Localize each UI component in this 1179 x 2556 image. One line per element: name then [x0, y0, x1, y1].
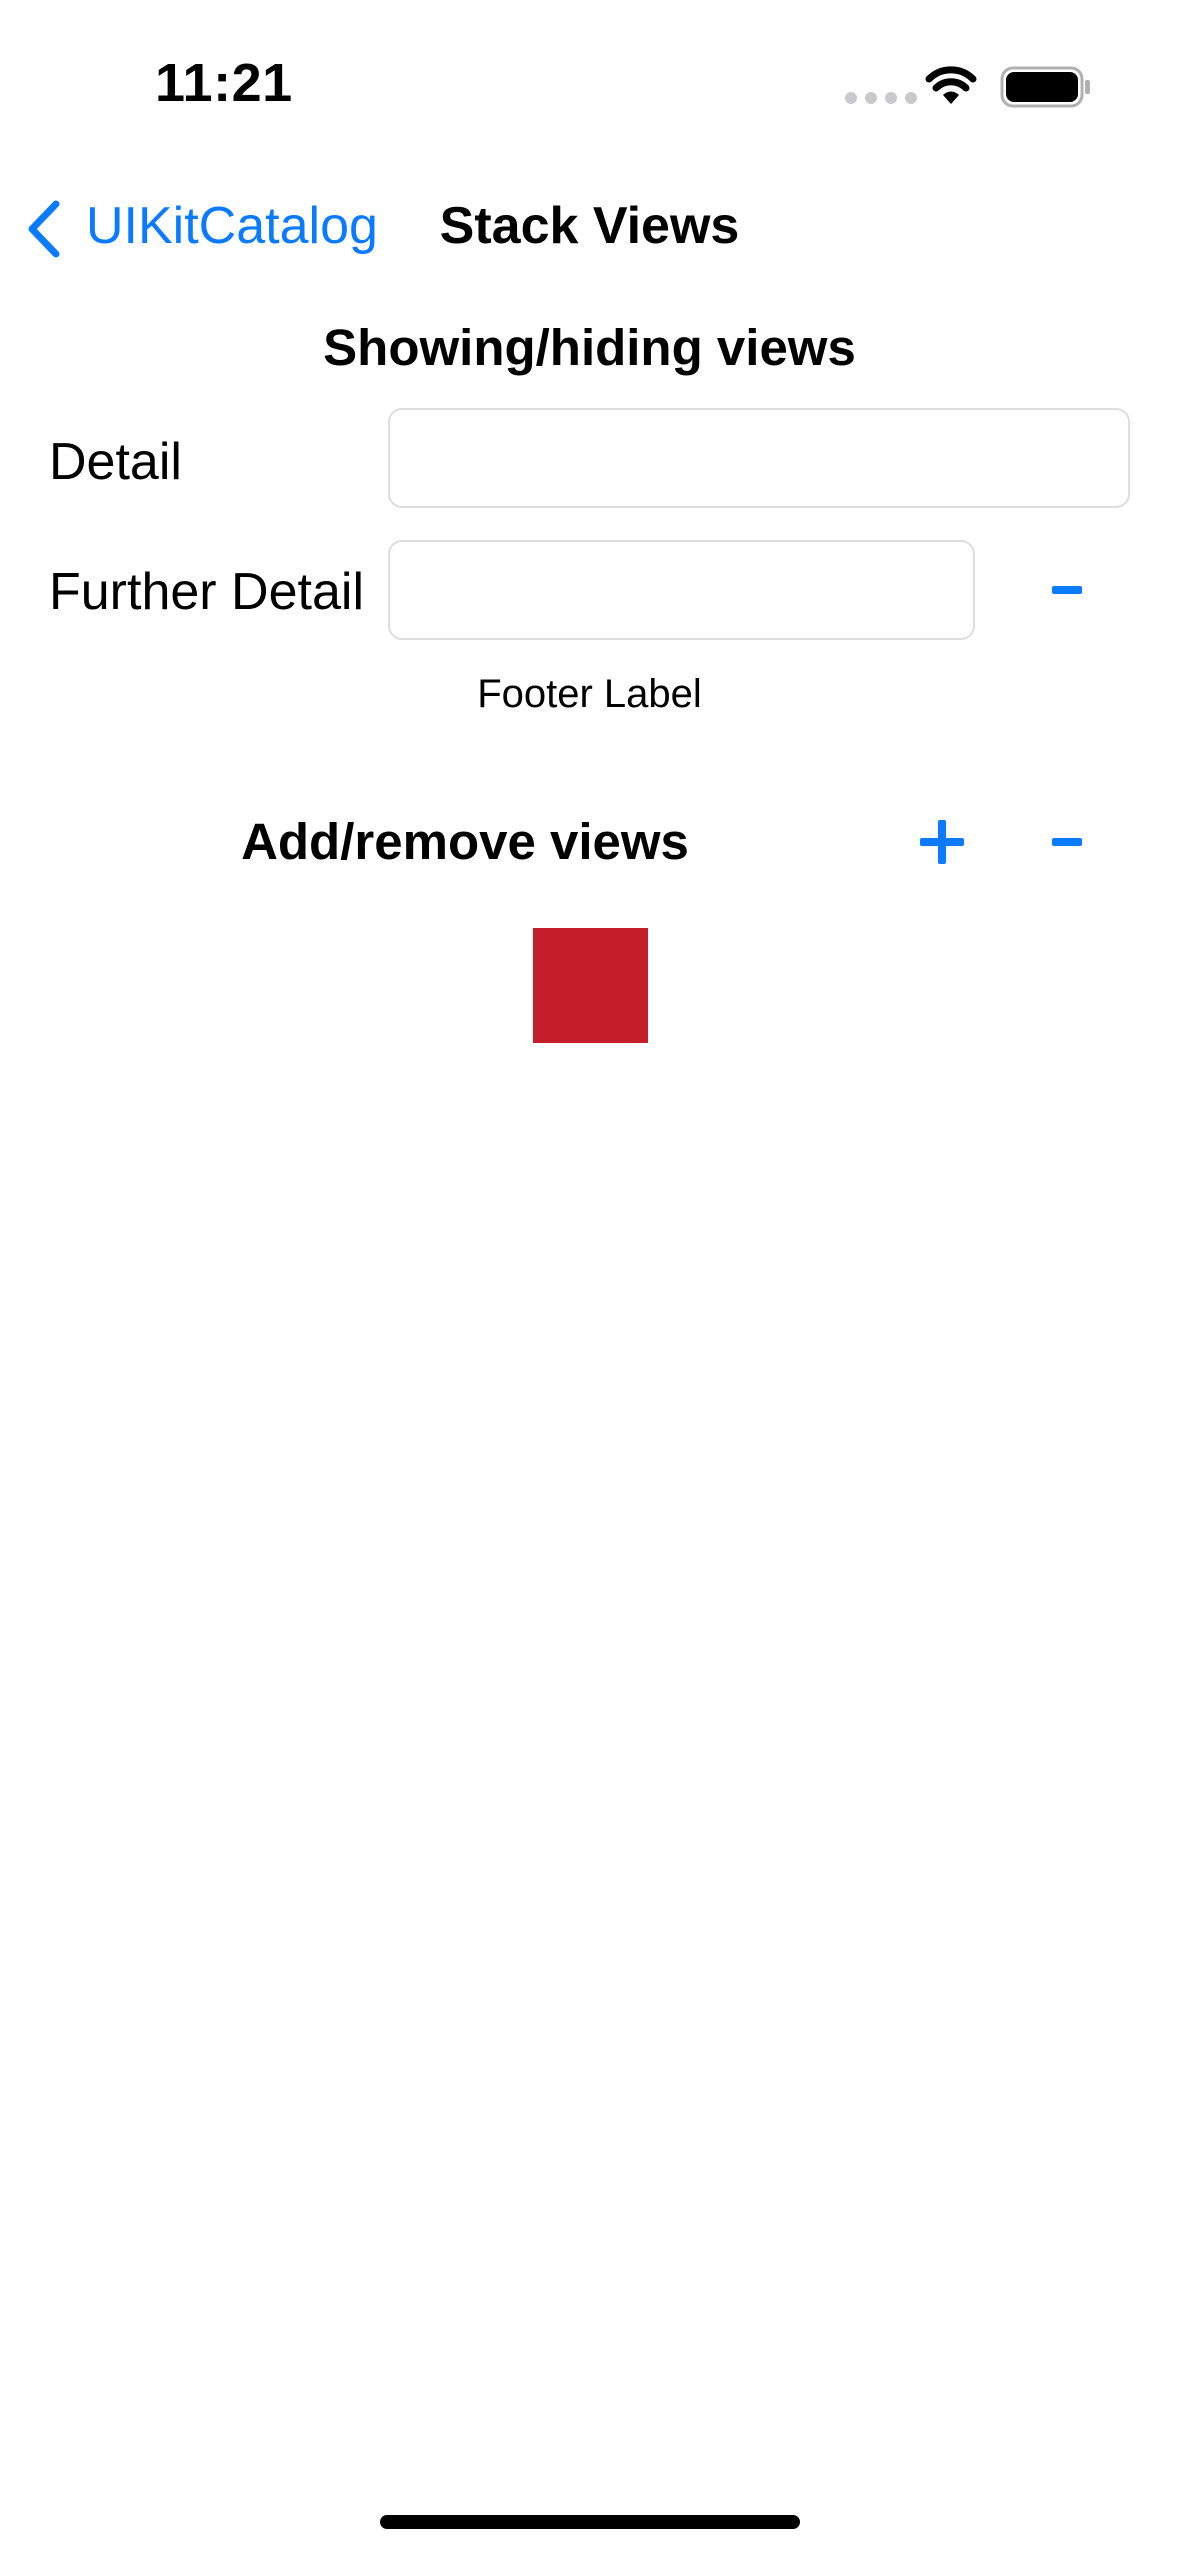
status-time: 11:21	[155, 53, 293, 113]
add-view-button[interactable]	[918, 818, 966, 866]
remove-view-button[interactable]	[1052, 838, 1082, 846]
hide-detail-button[interactable]	[1052, 586, 1082, 594]
cellular-signal-icon	[845, 92, 917, 104]
section-title-add-remove: Add/remove views	[241, 813, 689, 870]
wifi-icon	[925, 66, 977, 111]
battery-icon	[1000, 66, 1092, 113]
detail-label: Detail	[49, 433, 182, 491]
detail-field[interactable]	[388, 408, 1130, 508]
plus-icon	[920, 820, 964, 864]
footer-label: Footer Label	[477, 672, 702, 716]
home-indicator[interactable]	[380, 2515, 800, 2529]
added-view	[533, 928, 648, 1043]
further-detail-field[interactable]	[388, 540, 975, 640]
further-detail-label: Further Detail	[49, 563, 364, 621]
page-title: Stack Views	[439, 197, 740, 255]
section-title-show-hide: Showing/hiding views	[323, 319, 856, 376]
